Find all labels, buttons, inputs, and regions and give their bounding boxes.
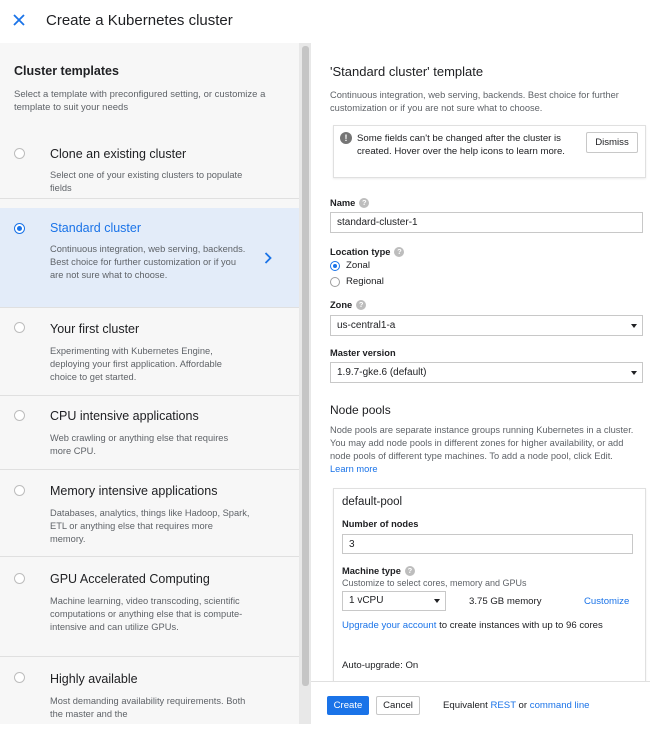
dropdown-caret-icon [434,599,440,603]
template-desc: Experimenting with Kubernetes Engine, de… [50,346,222,382]
info-notice: ! Some fields can't be changed after the… [333,125,646,178]
template-clone-existing[interactable]: Clone an existing cluster Select one of … [0,119,299,199]
template-radio[interactable] [14,223,25,234]
zone-label-text: Zone [330,300,353,310]
template-title: GPU Accelerated Computing [50,572,210,586]
info-icon: ! [340,132,352,144]
regional-label: Regional [346,276,384,287]
template-title: Your first cluster [50,322,140,336]
template-title: Memory intensive applications [50,484,218,498]
page-title: Create a Kubernetes cluster [46,11,233,29]
notice-text: Some fields can't be changed after the c… [357,133,565,157]
dropdown-caret-icon [631,371,637,375]
templates-heading: Cluster templates [14,64,119,78]
master-version-select[interactable]: 1.9.7-gke.6 (default) [330,362,643,383]
template-your-first-cluster[interactable]: Your first cluster Experimenting with Ku… [0,308,299,396]
auto-upgrade-status: Auto-upgrade: On [342,660,419,671]
number-of-nodes-input[interactable] [342,534,633,554]
help-icon[interactable]: ? [394,247,405,257]
or-text: or [515,700,530,711]
help-icon[interactable]: ? [359,198,370,208]
help-icon[interactable]: ? [356,300,367,310]
radio-selected[interactable] [330,260,340,271]
location-zonal-radio[interactable]: Zonal [330,260,370,271]
zone-select[interactable]: us-central1-a [330,315,643,336]
dismiss-button[interactable]: Dismiss [586,132,638,153]
machine-type-label-text: Machine type [342,566,401,576]
top-bar: Create a Kubernetes cluster [0,0,650,40]
machine-type-select[interactable]: 1 vCPU [342,591,446,611]
zone-value: us-central1-a [337,320,396,331]
close-icon [13,14,25,26]
cluster-name-input[interactable] [330,212,643,233]
footer-bar: Create Cancel Equivalent REST or command… [311,681,650,724]
close-button[interactable] [4,5,34,35]
master-version-label: Master version [330,348,396,358]
equivalent-links: Equivalent REST or command line [443,700,590,711]
template-desc: Web crawling or anything else that requi… [50,433,229,456]
master-version-value: 1.9.7-gke.6 (default) [337,367,427,378]
name-label: Name ? [330,198,370,208]
default-pool-card: default-pool Number of nodes Machine typ… [333,488,646,681]
learn-more-link[interactable]: Learn more [330,464,378,474]
template-title: Standard cluster [50,221,142,235]
node-pools-heading: Node pools [330,403,391,417]
memory-value: 3.75 GB memory [469,596,542,607]
node-pools-description: Node pools are separate instance groups … [330,424,635,476]
template-title: Clone an existing cluster [50,147,187,161]
cancel-button[interactable]: Cancel [376,696,420,715]
template-desc: Continuous integration, web serving, bac… [50,244,246,280]
location-type-label: Location type ? [330,247,405,257]
upgrade-account-link[interactable]: Upgrade your account [342,620,436,631]
node-pools-desc-text: Node pools are separate instance groups … [330,425,634,461]
machine-type-value: 1 vCPU [349,595,384,606]
upgrade-notice: Upgrade your account to create instances… [342,620,603,631]
template-desc: Machine learning, video transcoding, sci… [50,596,243,632]
template-radio[interactable] [14,672,25,683]
dropdown-caret-icon [631,324,637,328]
machine-type-label: Machine type ? [342,566,415,576]
template-title: CPU intensive applications [50,409,199,423]
equivalent-prefix: Equivalent [443,700,491,711]
template-standard-cluster[interactable]: Standard cluster Continuous integration,… [0,208,299,308]
template-radio[interactable] [14,148,25,159]
number-of-nodes-label: Number of nodes [342,519,419,529]
templates-subtitle: Select a template with preconfigured set… [14,89,266,113]
location-type-label-text: Location type [330,247,391,257]
template-radio[interactable] [14,485,25,496]
machine-type-hint: Customize to select cores, memory and GP… [342,578,527,588]
customize-link[interactable]: Customize [584,596,629,607]
radio-unselected[interactable] [330,276,340,287]
location-regional-radio[interactable]: Regional [330,276,384,287]
chevron-right-icon [262,250,274,266]
help-icon[interactable]: ? [404,566,415,576]
template-title: Highly available [50,672,138,686]
create-button[interactable]: Create [327,696,369,715]
zone-label: Zone ? [330,300,367,310]
template-radio[interactable] [14,322,25,333]
upgrade-text: to create instances with up to 96 cores [436,620,603,631]
template-details-panel: 'Standard cluster' template Continuous i… [311,43,650,681]
template-details-title: 'Standard cluster' template [330,64,484,79]
template-desc: Most demanding availability requirements… [50,696,246,719]
template-memory-intensive[interactable]: Memory intensive applications Databases,… [0,470,299,557]
template-cpu-intensive[interactable]: CPU intensive applications Web crawling … [0,396,299,470]
template-radio[interactable] [14,573,25,584]
rest-link[interactable]: REST [490,700,515,711]
template-gpu-accelerated[interactable]: GPU Accelerated Computing Machine learni… [0,557,299,657]
zonal-label: Zonal [346,260,370,271]
left-panel-scrollbar[interactable] [302,46,309,686]
template-radio[interactable] [14,410,25,421]
template-highly-available[interactable]: Highly available Most demanding availabi… [0,657,299,724]
template-desc: Select one of your existing clusters to … [50,170,243,193]
template-details-subtitle: Continuous integration, web serving, bac… [330,90,619,113]
master-version-label-text: Master version [330,348,396,358]
command-line-link[interactable]: command line [530,700,590,711]
name-label-text: Name [330,198,356,208]
template-desc: Databases, analytics, things like Hadoop… [50,508,250,544]
cluster-templates-panel: Cluster templates Select a template with… [0,43,299,724]
pool-title: default-pool [342,496,403,508]
